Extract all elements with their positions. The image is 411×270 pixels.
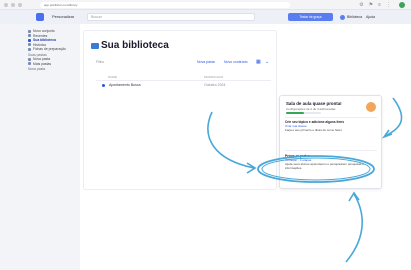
sidebar-item-label: Nova pasta — [28, 67, 46, 71]
browser-extension-icons: ⚙ ⚑ ≡ ⋮ — [359, 2, 391, 8]
address-bar[interactable]: app.publisher.com/library — [40, 2, 290, 8]
sidebar-item-label: Fichas de preparação — [33, 47, 66, 51]
checklist-progress-fill — [286, 112, 304, 114]
app-logo-icon[interactable] — [36, 13, 44, 21]
document-icon — [28, 47, 31, 51]
checklist-title: Sala de aula quase pronta! — [286, 101, 342, 106]
checklist-progress-bar — [286, 112, 321, 114]
new-folder-button[interactable]: Nova pasta — [197, 60, 215, 64]
onboarding-checklist-panel: Sala de aula quase pronta! Configurações… — [279, 95, 382, 189]
minimize-window-dot[interactable] — [11, 3, 15, 7]
sidebar-new-folder-link[interactable]: Nova pasta — [28, 67, 66, 72]
table-divider — [96, 80, 271, 81]
library-icon — [340, 14, 345, 20]
grid-view-icon[interactable]: ▦ — [256, 59, 261, 65]
checklist-step-highlighted[interactable]: Pegue os partes Começar · 4 etapas Ajude… — [285, 154, 377, 170]
search-input[interactable]: Buscar — [87, 13, 255, 21]
trial-button[interactable]: Testar de graça — [288, 13, 333, 21]
help-button[interactable]: Ajuda — [366, 13, 375, 21]
library-folder-icon — [91, 43, 99, 49]
extension-icon[interactable]: ⚙ — [359, 2, 363, 8]
browser-toolbar: app.publisher.com/library ⚙ ⚑ ≡ ⋮ — [0, 0, 411, 10]
table-row[interactable]: Apontamento Busca Outubro 2024 — [100, 82, 270, 89]
filter-input[interactable]: Filtro — [96, 60, 104, 64]
step-description: Faça o seu primeiro e dicas de como faze… — [285, 128, 343, 132]
new-content-button[interactable]: Novo conteúdo — [224, 60, 248, 64]
library-button-label: Biblioteca — [347, 15, 363, 19]
mascot-icon — [366, 102, 376, 112]
sidebar-item-prep-sheets[interactable]: Fichas de preparação — [28, 47, 66, 52]
checklist-step[interactable]: Crie seu tópico e adicione alguns itens … — [285, 120, 377, 132]
annotation-arrow-right — [384, 97, 403, 137]
file-icon — [102, 84, 105, 87]
annotation-arrow-bottom — [345, 193, 363, 263]
close-window-dot[interactable] — [4, 3, 8, 7]
library-content-card — [83, 30, 277, 190]
checklist-subtitle: Configurações de 2 de 4 adicionadas — [286, 107, 336, 111]
library-button[interactable]: Biblioteca — [340, 13, 362, 21]
clock-icon — [28, 34, 31, 38]
folder-icon — [28, 38, 31, 42]
screenshot-frame: app.publisher.com/library ⚙ ⚑ ≡ ⋮ Person… — [0, 0, 411, 270]
window-controls[interactable] — [4, 3, 22, 7]
chevron-down-icon[interactable]: ⌄ — [265, 59, 269, 65]
annotation-arrow-bottom-head — [348, 191, 360, 202]
row-date: Outubro 2024 — [204, 83, 226, 87]
profile-avatar[interactable] — [399, 2, 405, 8]
sidebar-item-more-folders[interactable]: Mais pastas — [28, 62, 66, 67]
page-title: Sua biblioteca — [101, 40, 169, 51]
folder-icon — [28, 57, 31, 61]
extension-icon[interactable]: ⚑ — [369, 2, 373, 8]
column-header-name[interactable]: NOME — [108, 75, 117, 79]
annotation-arrow-right-head — [381, 129, 393, 139]
divider — [285, 150, 377, 151]
step-description: Ajude seus alunos aprenderem e pesquisar… — [285, 162, 364, 170]
library-toolbar: Filtro Nova pasta Novo conteúdo ▦ ⌄ — [96, 59, 271, 67]
personalize-button[interactable]: Personalizar — [52, 13, 74, 21]
maximize-window-dot[interactable] — [18, 3, 22, 7]
row-name: Apontamento Busca — [109, 83, 141, 87]
plus-icon — [28, 29, 31, 33]
divider — [285, 117, 377, 118]
column-header-modified[interactable]: MODIFICADO — [204, 75, 223, 79]
history-icon — [28, 43, 31, 47]
extension-icon[interactable]: ≡ — [378, 2, 381, 8]
add-folder-icon — [28, 62, 31, 66]
sidebar-item-label: Mais pastas — [33, 61, 52, 66]
sidebar-nav: Novo conjunto Recentes Sua biblioteca Hi… — [28, 29, 66, 72]
browser-menu-icon[interactable]: ⋮ — [386, 2, 391, 8]
